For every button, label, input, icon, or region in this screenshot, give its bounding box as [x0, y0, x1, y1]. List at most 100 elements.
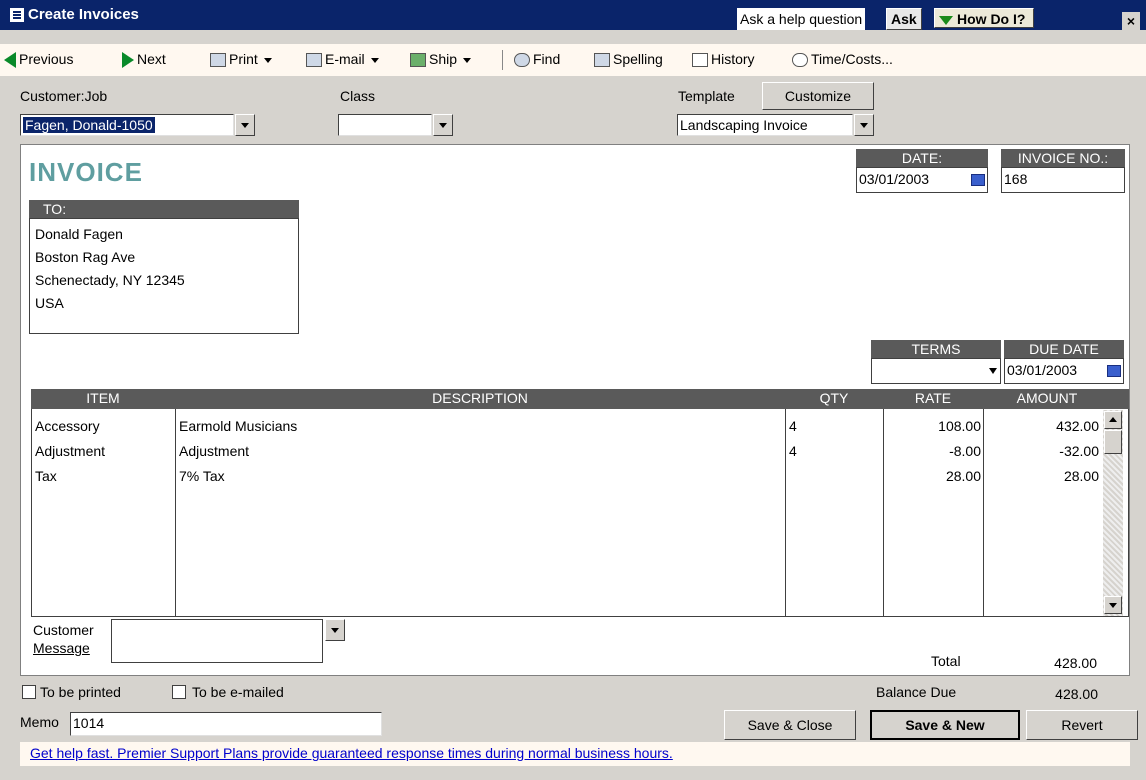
template-dropdown-icon[interactable]	[854, 114, 874, 136]
terms-header: TERMS	[871, 340, 1001, 358]
toolbar: Previous Next Print E-mail Ship Find Spe…	[0, 44, 1146, 76]
cell-qty[interactable]	[786, 463, 884, 488]
find-button[interactable]: Find	[514, 49, 560, 69]
save-close-button[interactable]: Save & Close	[724, 710, 856, 740]
table-row[interactable]: Tax 7% Tax 28.00 28.00	[32, 463, 1102, 488]
close-icon[interactable]: ×	[1122, 12, 1140, 30]
table-row[interactable]: Accessory Earmold Musicians 4 108.00 432…	[32, 413, 1102, 438]
revert-button[interactable]: Revert	[1026, 710, 1138, 740]
customize-button[interactable]: Customize	[762, 82, 874, 110]
customer-job-label-text: Customer:Job	[20, 88, 108, 104]
cell-rate[interactable]: -8.00	[884, 438, 984, 463]
column-header-rate: RATE	[914, 390, 952, 406]
customer-message-label-2: Message	[33, 640, 90, 656]
history-button[interactable]: History	[692, 49, 755, 69]
template-combo[interactable]: Landscaping Invoice	[677, 114, 853, 136]
help-question-input[interactable]: Ask a help question	[737, 8, 866, 30]
ship-dropdown-icon[interactable]	[463, 57, 472, 63]
save-new-button[interactable]: Save & New	[870, 710, 1020, 740]
calendar-icon[interactable]	[1107, 365, 1121, 377]
terms-dropdown-icon[interactable]	[989, 368, 997, 374]
customer-job-combo[interactable]: Fagen, Donald-1050	[20, 114, 234, 136]
support-plans-link[interactable]: Get help fast. Premier Support Plans pro…	[30, 745, 673, 761]
triangle-down-icon	[939, 15, 953, 25]
scroll-thumb[interactable]	[1104, 430, 1122, 454]
memo-value: 1014	[73, 715, 105, 731]
customer-message-field[interactable]	[111, 619, 323, 663]
print-dropdown-icon[interactable]	[263, 57, 272, 63]
cell-qty[interactable]: 4	[786, 438, 884, 463]
how-do-i-button[interactable]: How Do I?	[934, 8, 1034, 28]
scroll-up-icon[interactable]	[1104, 411, 1122, 429]
memo-label: Memo	[20, 714, 59, 730]
column-header-amount: AMOUNT	[1016, 390, 1078, 406]
print-label: Print	[229, 51, 258, 67]
email-label: E-mail	[325, 51, 365, 67]
cell-amount[interactable]: 432.00	[984, 413, 1102, 438]
invoice-form: INVOICE DATE: 03/01/2003 INVOICE NO.: 16…	[20, 144, 1130, 676]
print-button[interactable]: Print	[210, 49, 272, 69]
time-costs-button[interactable]: Time/Costs...	[792, 49, 893, 69]
email-dropdown-icon[interactable]	[370, 57, 379, 63]
arrow-right-icon	[122, 52, 134, 69]
class-dropdown-icon[interactable]	[433, 114, 453, 136]
terms-field[interactable]	[871, 358, 1001, 384]
due-date-field[interactable]: 03/01/2003	[1004, 358, 1124, 384]
customer-message-label: Customer Message	[33, 621, 94, 657]
cell-description[interactable]: Earmold Musicians	[176, 413, 786, 438]
template-label: Template	[678, 88, 735, 104]
customer-job-dropdown-icon[interactable]	[235, 114, 255, 136]
to-be-printed-label[interactable]: To be printed	[40, 684, 121, 700]
line-items-table: Accessory Earmold Musicians 4 108.00 432…	[32, 413, 1102, 488]
to-be-emailed-checkbox[interactable]	[172, 685, 186, 699]
history-label: History	[711, 51, 755, 67]
template-value: Landscaping Invoice	[680, 117, 808, 133]
bill-to-address[interactable]: Donald Fagen Boston Rag Ave Schenectady,…	[29, 218, 299, 334]
invoice-no-field[interactable]: 168	[1001, 167, 1125, 193]
arrow-left-icon	[4, 52, 16, 69]
email-button[interactable]: E-mail	[306, 49, 379, 69]
scroll-down-icon[interactable]	[1104, 596, 1122, 614]
memo-field[interactable]: 1014	[70, 712, 382, 736]
next-button[interactable]: Next	[122, 49, 166, 69]
items-header-bar: ITEM DESCRIPTION QTY RATE AMOUNT	[31, 389, 1129, 409]
date-field[interactable]: 03/01/2003	[856, 167, 988, 193]
calendar-icon[interactable]	[971, 174, 985, 186]
next-label: Next	[137, 51, 166, 67]
invoice-no-header: INVOICE NO.:	[1001, 149, 1125, 167]
cell-item[interactable]: Tax	[32, 463, 176, 488]
title-bar: Create Invoices Ask a help question Ask …	[0, 0, 1146, 30]
window-title: Create Invoices	[28, 6, 139, 23]
cell-item[interactable]: Adjustment	[32, 438, 176, 463]
find-label: Find	[533, 51, 561, 67]
ask-button[interactable]: Ask	[886, 8, 922, 30]
ship-button[interactable]: Ship	[410, 49, 472, 69]
cell-amount[interactable]: -32.00	[984, 438, 1102, 463]
previous-label: Previous	[19, 51, 74, 67]
column-header-qty: QTY	[819, 390, 849, 406]
table-row[interactable]: Adjustment Adjustment 4 -8.00 -32.00	[32, 438, 1102, 463]
due-date-value: 03/01/2003	[1007, 362, 1078, 378]
magnifier-icon	[514, 53, 530, 68]
spelling-button[interactable]: Spelling	[594, 49, 663, 69]
cell-description[interactable]: Adjustment	[176, 438, 786, 463]
spelling-label: Spelling	[613, 51, 663, 67]
cell-rate[interactable]: 28.00	[884, 463, 984, 488]
to-be-printed-checkbox[interactable]	[22, 685, 36, 699]
cell-rate[interactable]: 108.00	[884, 413, 984, 438]
cell-amount[interactable]: 28.00	[984, 463, 1102, 488]
customer-message-dropdown-icon[interactable]	[325, 619, 345, 641]
previous-button[interactable]: Previous	[4, 49, 73, 69]
address-line: USA	[35, 295, 64, 311]
customer-message-label-1: Customer	[33, 622, 94, 638]
history-icon	[692, 53, 708, 68]
window-menu-icon[interactable]	[10, 8, 24, 22]
cell-description[interactable]: 7% Tax	[176, 463, 786, 488]
to-be-emailed-label[interactable]: To be e-mailed	[192, 684, 284, 700]
class-combo[interactable]	[338, 114, 432, 136]
cell-item[interactable]: Accessory	[32, 413, 176, 438]
spellcheck-icon	[594, 53, 610, 68]
cell-qty[interactable]: 4	[786, 413, 884, 438]
address-line: Donald Fagen	[35, 226, 123, 242]
help-bar: Get help fast. Premier Support Plans pro…	[20, 742, 1130, 766]
